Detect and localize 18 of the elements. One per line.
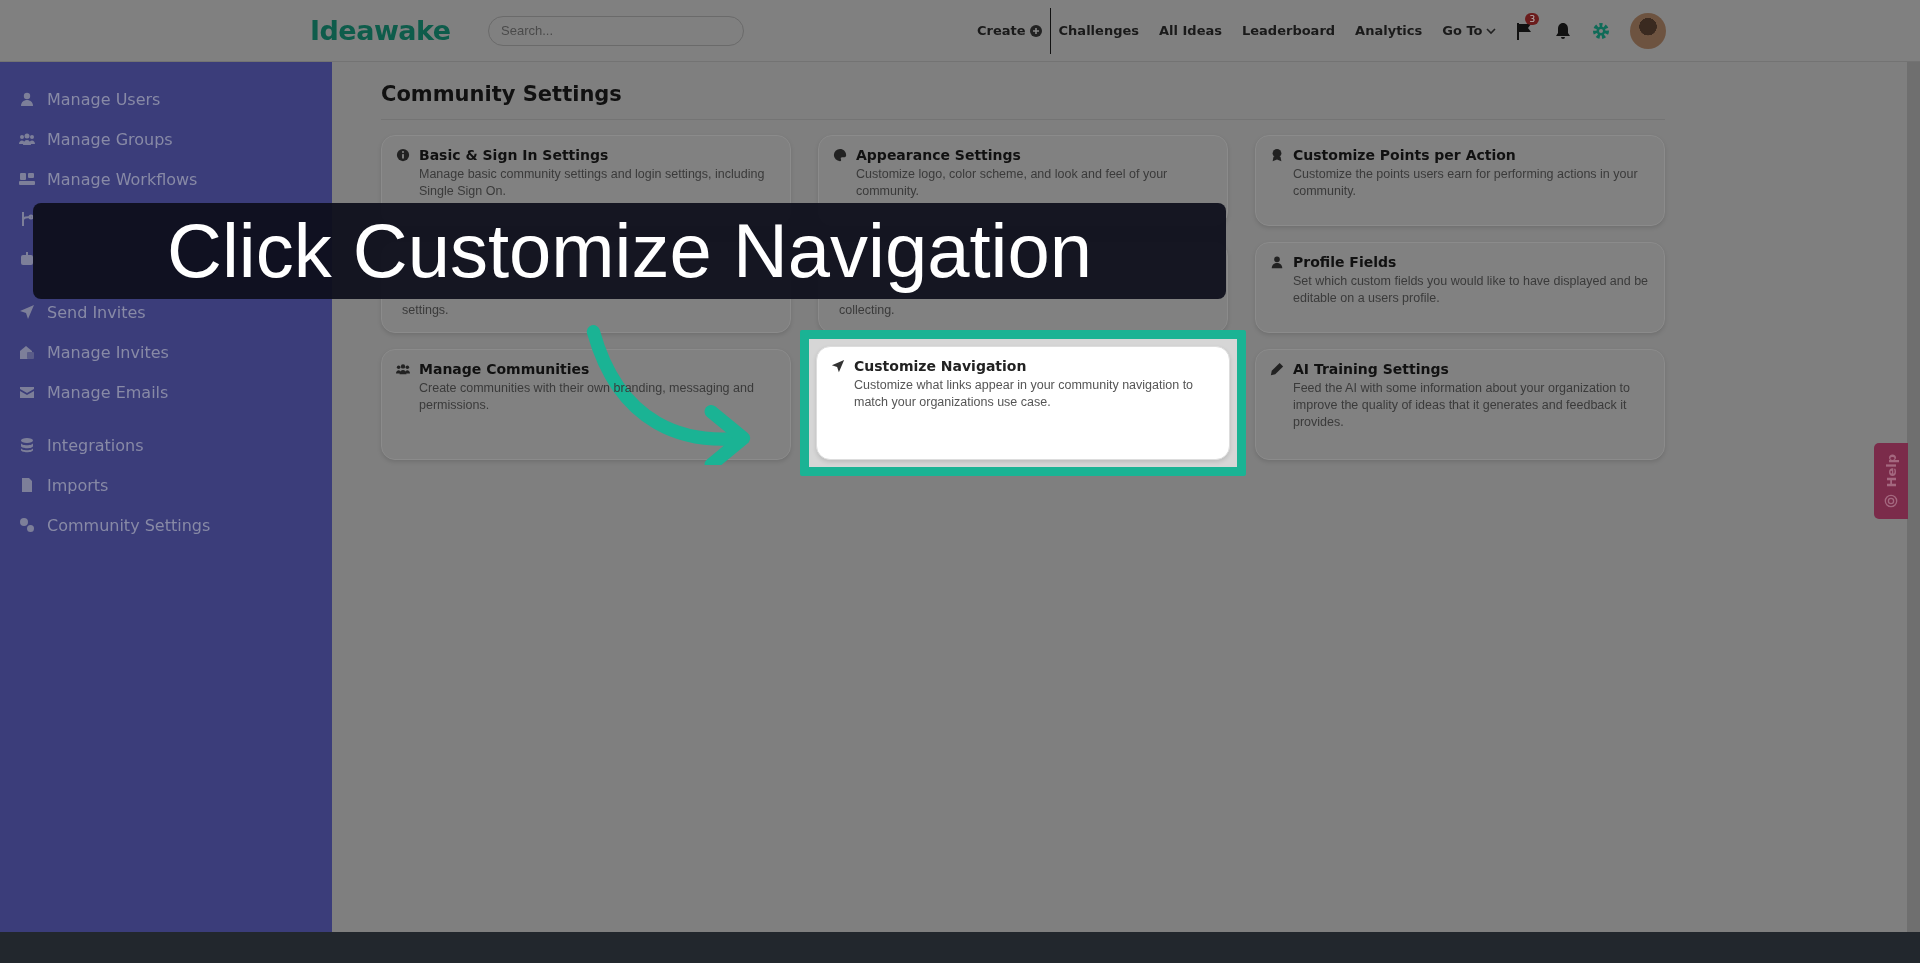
card-title: AI Training Settings — [1293, 361, 1449, 377]
card-description: Customize what links appear in your community navigation to match your organizations use case. — [854, 377, 1195, 411]
card-title: Appearance Settings — [856, 147, 1021, 163]
card-title: Customize Navigation — [854, 358, 1027, 374]
card-description: Set which custom fields you would like to have displayed and be editable on a users profile. — [1293, 273, 1650, 307]
card-description: settings. — [402, 302, 450, 319]
card-title: Manage Communities — [419, 361, 590, 377]
card-title: Customize Points per Action — [1293, 147, 1516, 163]
page-title: Community Settings — [381, 82, 1665, 120]
card-title: Profile Fields — [1293, 254, 1397, 270]
card-description: Customize the points users earn for performing actions in your community. — [1293, 166, 1639, 200]
card-description: Feed the AI with some information about your organization to improve the quality of ideas that it generates and feedback it provides. — [1293, 380, 1631, 431]
card-description: collecting. — [839, 302, 896, 319]
card-description: Manage basic community settings and login settings, including Single Sign On. — [419, 166, 766, 200]
card-title: Basic & Sign In Settings — [419, 147, 609, 163]
instruction-tooltip: Click Customize Navigation — [33, 203, 1226, 299]
card-description: Customize logo, color scheme, and look and feel of your community. — [856, 166, 1169, 200]
notification-badge: 3 — [1525, 12, 1540, 25]
